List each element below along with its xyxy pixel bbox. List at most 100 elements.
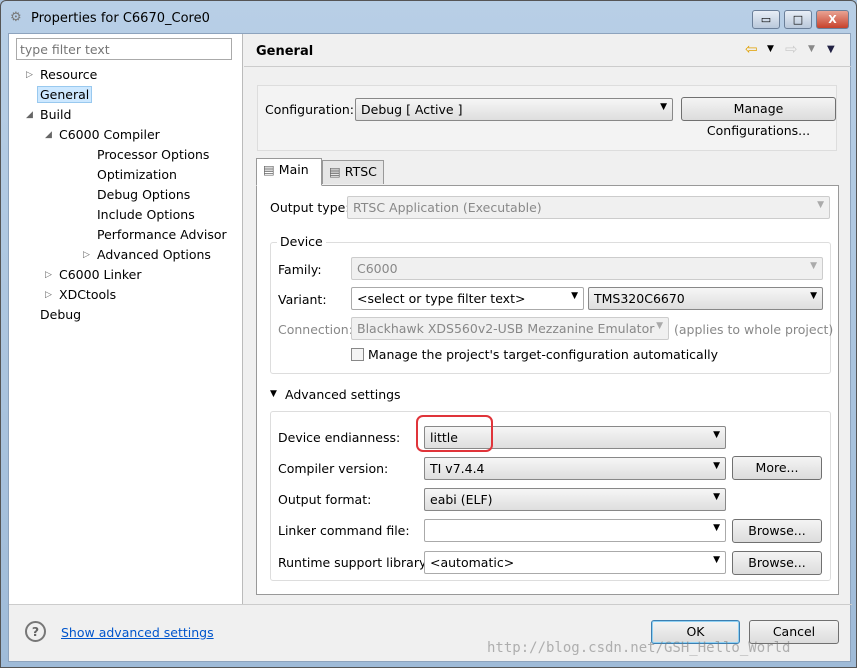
sidebar-item-label: Build [40, 107, 72, 122]
connection-note: (applies to whole project) [674, 322, 834, 337]
sidebar-item-build[interactable]: ◢ Build [26, 107, 72, 122]
help-icon[interactable]: ? [25, 621, 46, 642]
output-type-value: RTSC Application (Executable) [353, 200, 542, 215]
sidebar-item-general[interactable]: General [37, 86, 93, 103]
table-icon: ▤ [329, 164, 341, 179]
linker-browse-button[interactable]: Browse... [732, 519, 822, 543]
collapse-arrow-icon[interactable]: ◢ [26, 110, 33, 120]
output-format-value: eabi (ELF) [430, 492, 493, 507]
expand-arrow-icon[interactable]: ▷ [26, 70, 33, 80]
endianness-label: Device endianness: [278, 430, 401, 445]
expand-arrow-icon[interactable]: ▷ [45, 270, 52, 280]
forward-arrow-icon[interactable]: ⇨ [785, 40, 798, 58]
variant-select[interactable]: TMS320C6670 ▼ [588, 287, 823, 310]
sidebar-item-label: C6000 Compiler [59, 127, 160, 142]
advanced-settings-toggle[interactable]: Advanced settings [285, 387, 401, 402]
sidebar-item-label: Optimization [97, 167, 177, 182]
sidebar-item-label: Debug [40, 307, 82, 322]
variant-value: TMS320C6670 [594, 291, 685, 306]
family-value: C6000 [357, 261, 398, 276]
runtime-library-value: <automatic> [430, 555, 515, 570]
family-select: C6000 ▼ [351, 257, 823, 280]
compiler-version-label: Compiler version: [278, 461, 389, 476]
compiler-version-value: TI v7.4.4 [430, 461, 485, 476]
runtime-library-combo[interactable]: <automatic> ▼ [424, 551, 726, 574]
sidebar-item-resource[interactable]: ▷ Resource [26, 67, 98, 82]
output-format-label: Output format: [278, 492, 372, 507]
chevron-down-icon: ▼ [660, 102, 667, 112]
sidebar-item-debug-options[interactable]: Debug Options [97, 187, 190, 202]
footer-divider [9, 604, 852, 605]
filter-input[interactable] [16, 38, 232, 60]
expanded-triangle-icon[interactable]: ▼ [270, 389, 277, 399]
manage-target-checkbox[interactable] [351, 348, 364, 361]
watermark: http://blog.csdn.net/GSH_Hello_World [487, 640, 791, 656]
compiler-version-select[interactable]: TI v7.4.4 ▼ [424, 457, 726, 480]
sidebar-item-c6000-linker[interactable]: ▷ C6000 Linker [45, 267, 142, 282]
sidebar-item-debug[interactable]: Debug [40, 307, 81, 322]
minimize-button[interactable]: ▭ [752, 10, 780, 29]
configuration-value: Debug [ Active ] [361, 102, 463, 117]
output-type-label: Output type: [270, 200, 350, 215]
page-title: General [256, 44, 314, 59]
window-title: Properties for C6670_Core0 [31, 11, 210, 26]
output-format-select[interactable]: eabi (ELF) ▼ [424, 488, 726, 511]
configuration-label: Configuration: [265, 102, 354, 117]
tab-rtsc-label: RTSC [344, 164, 377, 179]
more-button[interactable]: More... [732, 456, 822, 480]
header-divider [244, 66, 851, 67]
sidebar-item-label: Advanced Options [97, 247, 211, 262]
sidebar-item-c6000-compiler[interactable]: ◢ C6000 Compiler [45, 127, 160, 142]
dialog-body: ▷ Resource General ◢ Build ◢ C6000 Compiler Pro… [8, 33, 852, 662]
expand-arrow-icon[interactable]: ▷ [45, 290, 52, 300]
sidebar-item-advanced-options[interactable]: ▷ Advanced Options [83, 247, 211, 262]
back-menu-icon[interactable]: ▼ [767, 44, 774, 54]
sidebar-item-performance-advisor[interactable]: Performance Advisor [97, 227, 227, 242]
main-tab-panel: Output type: RTSC Application (Executabl… [256, 185, 839, 595]
connection-label: Connection: [278, 322, 353, 337]
tab-rtsc[interactable]: ▤ RTSC [322, 160, 384, 184]
output-type-select: RTSC Application (Executable) ▼ [347, 196, 830, 219]
configuration-box: Configuration: Debug [ Active ] ▼ Manage … [257, 85, 837, 151]
content-pane: General ⇦ ▼ ⇨ ▼ ▼ Configuration: Debug [… [244, 34, 851, 604]
connection-value: Blackhawk XDS560v2-USB Mezzanine Emulato… [357, 321, 655, 336]
forward-menu-icon[interactable]: ▼ [808, 44, 815, 54]
sidebar-item-label: Debug Options [97, 187, 191, 202]
show-advanced-settings-link[interactable]: Show advanced settings [61, 625, 214, 640]
sidebar-item-xdctools[interactable]: ▷ XDCtools [45, 287, 117, 302]
runtime-library-label: Runtime support library: [278, 555, 430, 570]
sidebar-item-label: C6000 Linker [59, 267, 142, 282]
highlight-annotation [416, 415, 493, 452]
close-button[interactable]: X [816, 10, 849, 29]
sidebar-item-label: Include Options [97, 207, 195, 222]
sidebar-item-optimization[interactable]: Optimization [97, 167, 177, 182]
collapse-arrow-icon[interactable]: ◢ [45, 130, 52, 140]
back-arrow-icon[interactable]: ⇦ [745, 40, 758, 58]
sidebar-item-label: Processor Options [97, 147, 210, 162]
sidebar-item-label: Resource [40, 67, 98, 82]
maximize-button[interactable]: □ [784, 10, 812, 29]
sidebar-item-processor-options[interactable]: Processor Options [97, 147, 209, 162]
variant-filter-value: <select or type filter text> [357, 291, 526, 306]
tab-main[interactable]: ▤ Main [256, 158, 322, 186]
linker-command-combo[interactable]: ▼ [424, 519, 726, 542]
configuration-select[interactable]: Debug [ Active ] ▼ [355, 98, 673, 121]
connection-select: Blackhawk XDS560v2-USB Mezzanine Emulato… [351, 317, 669, 340]
rts-browse-button[interactable]: Browse... [732, 551, 822, 575]
tab-main-label: Main [278, 162, 309, 177]
sidebar-item-label: General [37, 86, 93, 103]
sidebar-item-label: Performance Advisor [97, 227, 227, 242]
device-group-title: Device [277, 234, 326, 249]
expand-arrow-icon[interactable]: ▷ [83, 250, 90, 260]
sidebar-item-label: XDCtools [59, 287, 117, 302]
family-label: Family: [278, 262, 322, 277]
app-icon: ⚙ [10, 10, 22, 25]
manage-target-label: Manage the project's target-configuratio… [368, 347, 719, 362]
table-icon: ▤ [263, 162, 275, 177]
linker-command-label: Linker command file: [278, 523, 410, 538]
variant-label: Variant: [278, 292, 327, 307]
variant-filter-combo[interactable]: <select or type filter text> ▼ [351, 287, 584, 310]
sidebar-item-include-options[interactable]: Include Options [97, 207, 195, 222]
manage-configurations-button[interactable]: Manage Configurations... [681, 97, 836, 138]
view-menu-icon[interactable]: ▼ [827, 44, 835, 55]
